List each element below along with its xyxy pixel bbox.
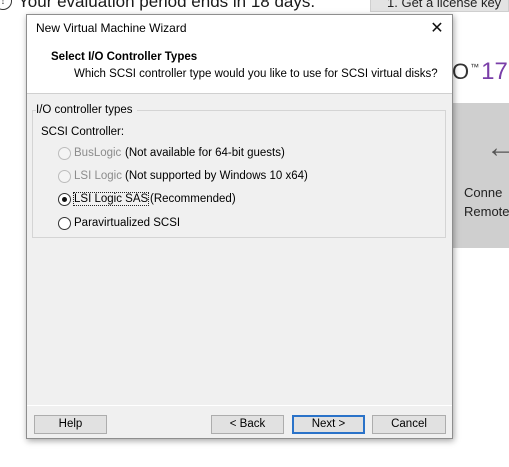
button-separator: [27, 405, 452, 406]
arrow-left-icon: ←: [486, 131, 509, 164]
wizard-header: Select I/O Controller Types Which SCSI c…: [27, 43, 452, 94]
group-legend: I/O controller types: [36, 104, 137, 116]
close-icon[interactable]: ✕: [422, 15, 452, 41]
get-license-key-button[interactable]: 1. Get a license key: [370, 0, 509, 12]
product-version: 17: [481, 58, 508, 85]
new-vm-wizard-dialog: New Virtual Machine Wizard ✕ Select I/O …: [26, 14, 453, 439]
product-logo: O™17: [452, 58, 508, 85]
back-button[interactable]: < Back: [211, 415, 284, 434]
dialog-title-bar[interactable]: New Virtual Machine Wizard ✕: [27, 15, 452, 43]
paravirtualized-scsi-radio[interactable]: [58, 217, 71, 230]
connect-remote-tile[interactable]: ← Conne Remote: [452, 103, 509, 248]
lsi-logic-label: LSI Logic: [74, 170, 122, 182]
evaluation-banner-text: Your evaluation period ends in 18 days.: [18, 0, 316, 11]
lsi-logic-note: (Not supported by Windows 10 x64): [125, 170, 308, 182]
scsi-controller-label: SCSI Controller:: [41, 126, 125, 138]
tile-label-line-1: Conne: [464, 185, 503, 200]
dialog-title: New Virtual Machine Wizard: [36, 21, 187, 35]
buslogic-radio[interactable]: [58, 147, 71, 160]
page-title: Select I/O Controller Types: [51, 51, 198, 63]
buslogic-note: (Not available for 64-bit guests): [125, 147, 285, 159]
info-icon: !: [0, 0, 12, 10]
lsi-logic-sas-label: LSI Logic SAS: [72, 192, 150, 206]
lsi-logic-radio[interactable]: [58, 170, 71, 183]
paravirtualized-scsi-label: Paravirtualized SCSI: [74, 217, 181, 229]
cancel-button[interactable]: Cancel: [372, 415, 446, 434]
page-subtitle: Which SCSI controller type would you lik…: [74, 68, 438, 80]
next-button[interactable]: Next >: [292, 415, 365, 434]
lsi-logic-sas-note: (Recommended): [150, 193, 236, 205]
lsi-logic-sas-radio[interactable]: [58, 193, 71, 206]
buslogic-label: BusLogic: [74, 147, 122, 159]
evaluation-banner: ! Your evaluation period ends in 18 days…: [0, 0, 509, 12]
tile-label-line-2: Remote: [464, 204, 509, 219]
help-button[interactable]: Help: [34, 415, 107, 434]
